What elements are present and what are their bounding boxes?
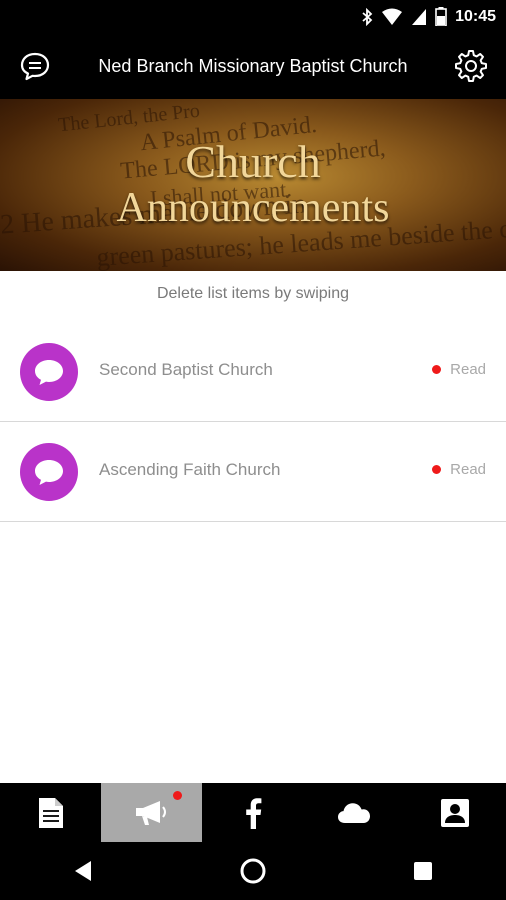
gear-icon: [455, 50, 487, 82]
read-status: Read: [432, 361, 486, 378]
read-status: Read: [432, 461, 486, 478]
status-icons: 10:45: [361, 0, 496, 33]
facebook-icon: [246, 797, 262, 829]
swipe-hint: Delete list items by swiping: [156, 285, 350, 302]
status-label: Read: [450, 461, 486, 478]
list-item[interactable]: Second Baptist Church Read: [0, 322, 506, 422]
status-time: 10:45: [455, 7, 496, 25]
unread-dot: [432, 365, 442, 374]
avatar: [20, 443, 78, 501]
cloud-icon: [338, 802, 371, 823]
banner-title-line1: Church: [185, 136, 321, 187]
contact-icon: [441, 798, 470, 827]
status-label: Read: [450, 361, 486, 378]
tab-announcements[interactable]: [101, 783, 203, 842]
system-nav-bar: [0, 842, 506, 900]
settings-button[interactable]: [451, 46, 491, 86]
list-item[interactable]: Ascending Faith Church Read: [0, 422, 506, 522]
avatar: [20, 343, 78, 401]
item-name: Second Baptist Church: [99, 360, 273, 379]
notification-badge: [173, 791, 183, 800]
chat-button[interactable]: [15, 46, 55, 86]
announcements-banner: The Lord, the Pro A Psalm of David. The …: [0, 99, 506, 271]
bottom-tab-bar: [0, 783, 506, 842]
speech-bubble-icon: [35, 460, 63, 485]
app-bar: Ned Branch Missionary Baptist Church: [0, 33, 506, 99]
megaphone-icon: [135, 800, 166, 825]
speech-bubble-icon: [35, 360, 63, 385]
banner-title-line2: Announcements: [116, 185, 390, 231]
app-title: Ned Branch Missionary Baptist Church: [98, 55, 408, 76]
chat-bubble-icon: [20, 52, 50, 81]
back-icon[interactable]: [73, 860, 93, 882]
tab-cloud[interactable]: [304, 783, 405, 842]
status-bar: 10:45: [0, 0, 506, 33]
tab-documents[interactable]: [0, 783, 101, 842]
item-name: Ascending Faith Church: [99, 460, 281, 479]
tab-contact[interactable]: [405, 783, 506, 842]
document-icon: [38, 797, 63, 828]
signal-icon: [412, 8, 427, 25]
battery-icon: [435, 7, 447, 26]
recents-icon[interactable]: [413, 861, 433, 881]
tab-facebook[interactable]: [202, 783, 303, 842]
home-icon[interactable]: [239, 857, 267, 885]
wifi-icon: [382, 8, 403, 25]
bluetooth-icon: [362, 7, 373, 26]
unread-dot: [432, 465, 442, 474]
